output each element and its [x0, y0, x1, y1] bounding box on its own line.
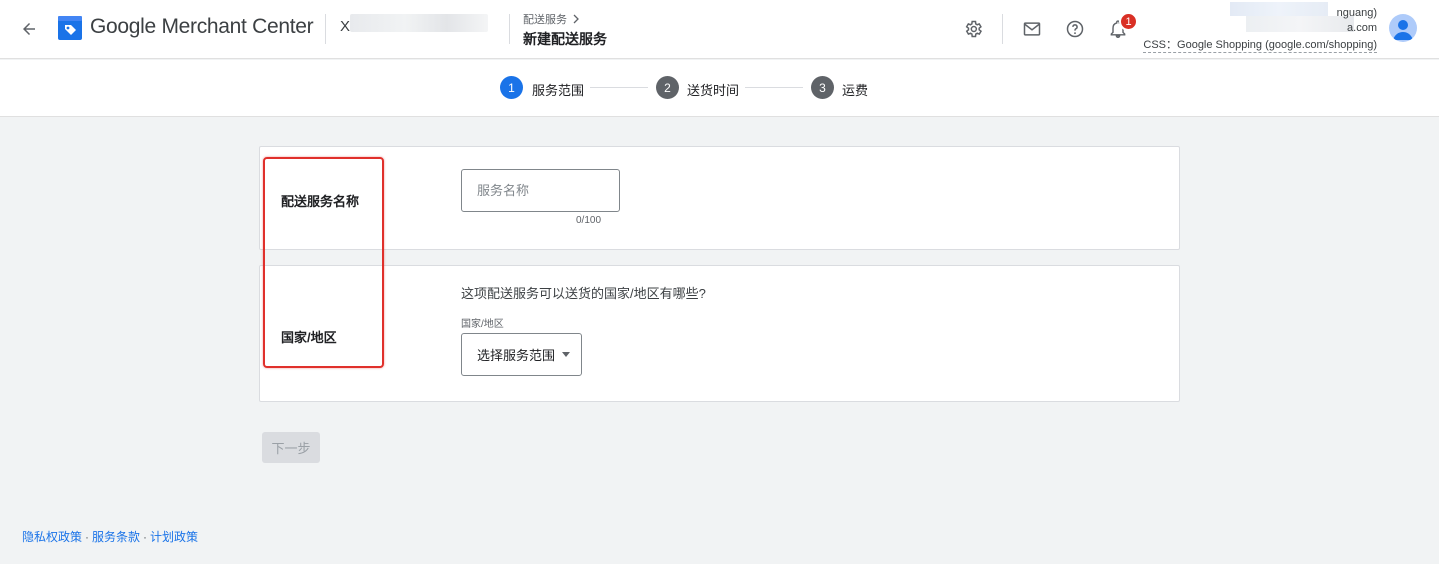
- step-connector: [745, 87, 803, 88]
- header-divider: [509, 14, 510, 44]
- step-3-label: 运费: [842, 83, 869, 98]
- account-email: a.com: [1347, 22, 1377, 34]
- select-value: 选择服务范围: [477, 348, 556, 363]
- step-connector: [590, 87, 648, 88]
- user-avatar-icon[interactable]: [1389, 14, 1417, 42]
- service-name-card: 配送服务名称 0/100: [259, 146, 1180, 250]
- terms-of-service-link[interactable]: 服务条款: [92, 530, 140, 544]
- step-2-label: 送货时间: [687, 83, 740, 98]
- select-caption: 国家/地区: [461, 319, 504, 330]
- footer-links: 隐私权政策 · 服务条款 · 计划政策: [22, 528, 198, 545]
- app-title: Google Merchant Center: [90, 15, 314, 38]
- country-region-label: 国家/地区: [281, 330, 337, 345]
- next-step-button[interactable]: 下一步: [262, 432, 320, 463]
- service-area-select[interactable]: 选择服务范围: [461, 333, 582, 376]
- header-divider: [1002, 14, 1003, 44]
- merchant-center-logo-icon: [57, 15, 83, 41]
- character-counter: 0/100: [576, 215, 602, 226]
- header-divider: [325, 14, 326, 44]
- settings-gear-icon[interactable]: [959, 15, 987, 43]
- back-arrow-icon[interactable]: [16, 16, 42, 42]
- help-icon[interactable]: [1061, 15, 1089, 43]
- breadcrumb-link[interactable]: 配送服务: [523, 11, 567, 27]
- step-1-number: 1: [500, 76, 523, 99]
- notification-count-badge: 1: [1119, 12, 1138, 31]
- service-name-input[interactable]: [461, 169, 620, 212]
- service-name-label: 配送服务名称: [281, 194, 360, 209]
- country-question: 这项配送服务可以送货的国家/地区有哪些?: [461, 286, 706, 301]
- page-title: 新建配送服务: [523, 31, 607, 47]
- redacted-account-name: [350, 14, 488, 32]
- account-id: nguang): [1336, 7, 1377, 19]
- dropdown-arrow-icon: [562, 352, 571, 357]
- privacy-policy-link[interactable]: 隐私权政策: [22, 530, 82, 544]
- footer-separator: ·: [85, 530, 90, 544]
- country-region-card: 国家/地区 这项配送服务可以送货的国家/地区有哪些? 国家/地区 选择服务范围: [259, 265, 1180, 402]
- top-app-bar: Google Merchant Center Xi 配送服务 新建配送服务 1 …: [0, 0, 1439, 59]
- step-1-label: 服务范围: [532, 83, 585, 98]
- css-provider[interactable]: CSS：Google Shopping (google.com/shopping…: [1143, 36, 1377, 53]
- mail-icon[interactable]: [1018, 15, 1046, 43]
- redacted-account-info: [1230, 2, 1328, 16]
- step-2-number: 2: [656, 76, 679, 99]
- chevron-right-icon: [573, 14, 579, 24]
- program-policies-link[interactable]: 计划政策: [150, 530, 198, 544]
- breadcrumb[interactable]: 配送服务: [523, 11, 581, 27]
- progress-stepper: 1 服务范围 2 送货时间 3 运费: [0, 60, 1439, 117]
- step-3-number: 3: [811, 76, 834, 99]
- footer-separator: ·: [143, 530, 148, 544]
